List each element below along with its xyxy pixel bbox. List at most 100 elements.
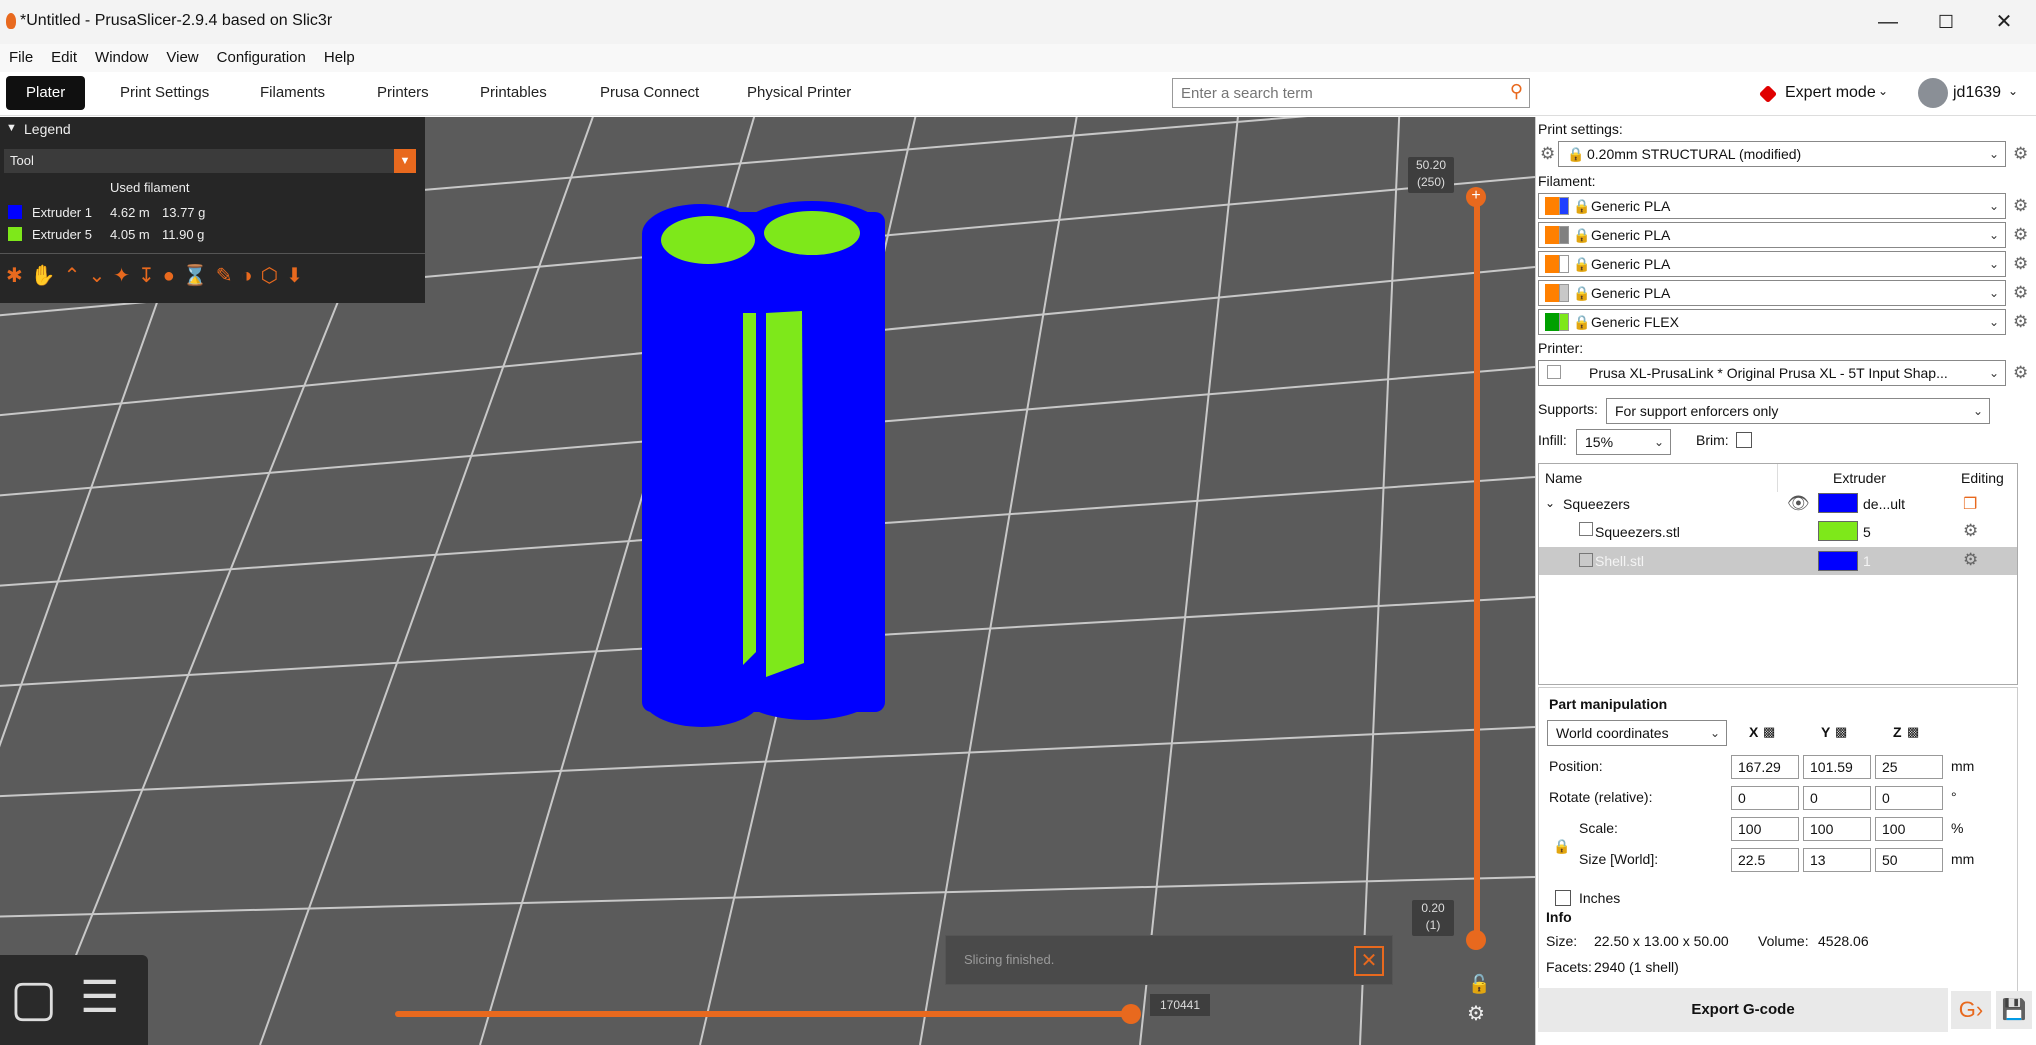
object-name[interactable]: Squeezers	[1563, 496, 1630, 512]
layer-slider-top-handle[interactable]: +	[1466, 187, 1486, 207]
filament-select[interactable]: 🔒 Generic PLA ⌄	[1538, 222, 2006, 248]
print-profile-select[interactable]: 🔒 0.20mm STRUCTURAL (modified) ⌄	[1558, 141, 2006, 167]
gear-icon[interactable]: ⚙	[2013, 196, 2028, 216]
tab-physical-printer[interactable]: Physical Printer	[727, 76, 871, 110]
tool-marker-icon[interactable]: ⬇	[286, 265, 311, 287]
menu-edit[interactable]: Edit	[42, 44, 86, 72]
avatar[interactable]	[1918, 78, 1948, 108]
deretractions-icon[interactable]: ⌄	[88, 265, 113, 287]
field-z[interactable]: 50	[1875, 848, 1943, 872]
search-icon[interactable]: ⚲	[1510, 81, 1523, 102]
field-z[interactable]: 25	[1875, 755, 1943, 779]
extruder-value[interactable]: 5	[1863, 524, 1871, 540]
field-z[interactable]: 100	[1875, 817, 1943, 841]
part-name[interactable]: Shell.stl	[1595, 553, 1644, 569]
settings-cog-icon[interactable]: ⚙	[1467, 1001, 1485, 1026]
field-y[interactable]: 0	[1803, 786, 1871, 810]
coordinate-system-select[interactable]: World coordinates ⌄	[1547, 720, 1727, 746]
close-icon[interactable]: ✕	[1992, 10, 2016, 34]
menu-view[interactable]: View	[157, 44, 207, 72]
lock-icon[interactable]: 🔒	[1553, 838, 1570, 855]
color-changes-icon[interactable]: ●	[163, 265, 183, 287]
field-x[interactable]: 100	[1731, 817, 1799, 841]
tab-printers[interactable]: Printers	[357, 76, 449, 110]
minimize-icon[interactable]: —	[1876, 10, 1900, 34]
lock-icon[interactable]: 🔓	[1468, 974, 1490, 995]
expert-mode-label[interactable]: Expert mode	[1785, 84, 1876, 102]
tab-printables[interactable]: Printables	[460, 76, 567, 110]
field-x[interactable]: 22.5	[1731, 848, 1799, 872]
gear-icon[interactable]: ⚙	[1540, 144, 1555, 164]
send-to-printer-icon[interactable]: G›	[1951, 991, 1991, 1029]
gear-icon[interactable]: ⚙	[2013, 283, 2028, 303]
part-name[interactable]: Squeezers.stl	[1595, 524, 1680, 540]
tab-filaments[interactable]: Filaments	[240, 76, 345, 110]
chevron-down-icon[interactable]: ⌄	[2008, 84, 2018, 98]
moves-slider-handle[interactable]	[1121, 1004, 1141, 1024]
menu-file[interactable]: File	[0, 44, 42, 72]
filament-select[interactable]: 🔒 Generic PLA ⌄	[1538, 251, 2006, 277]
field-x[interactable]: 167.29	[1731, 755, 1799, 779]
menu-configuration[interactable]: Configuration	[208, 44, 315, 72]
shells-icon[interactable]: ⬡	[261, 265, 286, 287]
eye-icon[interactable]: 👁	[1787, 493, 1810, 514]
search-box[interactable]: ⚲	[1172, 78, 1530, 108]
preview-layers-icon[interactable]: ☰	[80, 973, 119, 1023]
chevron-down-icon[interactable]: ⌄	[1545, 496, 1555, 510]
filament-select[interactable]: 🔒 Generic FLEX ⌄	[1538, 309, 2006, 335]
wipe-icon[interactable]: ✋	[31, 265, 64, 287]
retractions-icon[interactable]: ⌃	[64, 265, 89, 287]
view-type-select[interactable]: Tool ▼	[4, 149, 416, 173]
drop-to-bed-y-icon[interactable]: ▩	[1835, 724, 1847, 740]
search-input[interactable]	[1173, 79, 1493, 107]
gear-icon[interactable]: ⚙	[2013, 225, 2028, 245]
selected-row[interactable]: Shell.stl 1 ⚙	[1539, 547, 2017, 575]
tab-plater[interactable]: Plater	[6, 76, 86, 110]
close-notification-icon[interactable]: ✕	[1354, 946, 1384, 976]
menu-help[interactable]: Help	[315, 44, 364, 72]
chevron-down-icon[interactable]: ▼	[394, 149, 416, 173]
field-z[interactable]: 0	[1875, 786, 1943, 810]
drop-to-bed-x-icon[interactable]: ▩	[1763, 724, 1775, 740]
inches-checkbox[interactable]	[1555, 890, 1571, 906]
3d-view-icon[interactable]: ▢	[10, 973, 57, 1023]
gear-icon[interactable]: ⚙	[2013, 363, 2028, 383]
gear-icon[interactable]: ⚙	[2013, 144, 2028, 164]
brim-checkbox[interactable]	[1736, 432, 1752, 448]
menu-window[interactable]: Window	[86, 44, 157, 72]
edit-icon[interactable]: ❐	[1963, 494, 1977, 514]
field-y[interactable]: 13	[1803, 848, 1871, 872]
tab-prusa-connect[interactable]: Prusa Connect	[580, 76, 719, 110]
extruder-value[interactable]: de...ult	[1863, 496, 1905, 512]
gear-icon[interactable]: ⚙	[1963, 550, 1978, 570]
center-of-gravity-icon[interactable]: ◑	[241, 265, 261, 287]
filament-select[interactable]: 🔒 Generic PLA ⌄	[1538, 193, 2006, 219]
gear-icon[interactable]: ⚙	[2013, 312, 2028, 332]
chevron-down-icon[interactable]: ⌄	[1878, 84, 1888, 98]
printer-select[interactable]: Prusa XL-PrusaLink * Original Prusa XL -…	[1538, 360, 2006, 386]
travel-icon[interactable]: ✱	[6, 265, 31, 287]
filament-select[interactable]: 🔒 Generic PLA ⌄	[1538, 280, 2006, 306]
extruder-value[interactable]: 1	[1863, 553, 1871, 569]
supports-select[interactable]: For support enforcers only ⌄	[1606, 398, 1990, 424]
custom-gcode-icon[interactable]: ✎	[216, 265, 241, 287]
tab-print-settings[interactable]: Print Settings	[100, 76, 229, 110]
maximize-icon[interactable]: ☐	[1934, 10, 1958, 34]
collapse-triangle-icon[interactable]: ▼	[6, 122, 17, 134]
export-gcode-button[interactable]: Export G-code	[1538, 988, 1948, 1032]
gear-icon[interactable]: ⚙	[1963, 521, 1978, 541]
export-to-sd-icon[interactable]: 💾	[1996, 991, 2032, 1029]
layer-slider-bottom-handle[interactable]	[1466, 930, 1486, 950]
user-name[interactable]: jd1639	[1953, 84, 2001, 102]
infill-select[interactable]: 15% ⌄	[1576, 429, 1671, 455]
pause-icon[interactable]: ⌛	[183, 265, 216, 287]
layer-slider-track[interactable]	[1474, 189, 1480, 937]
field-y[interactable]: 101.59	[1803, 755, 1871, 779]
seams-icon[interactable]: ✦	[113, 265, 138, 287]
drop-to-bed-z-icon[interactable]: ▩	[1907, 724, 1919, 740]
tool-changes-icon[interactable]: ↧	[138, 265, 163, 287]
gear-icon[interactable]: ⚙	[2013, 254, 2028, 274]
field-x[interactable]: 0	[1731, 786, 1799, 810]
moves-slider-track[interactable]	[395, 1011, 1135, 1017]
field-y[interactable]: 100	[1803, 817, 1871, 841]
